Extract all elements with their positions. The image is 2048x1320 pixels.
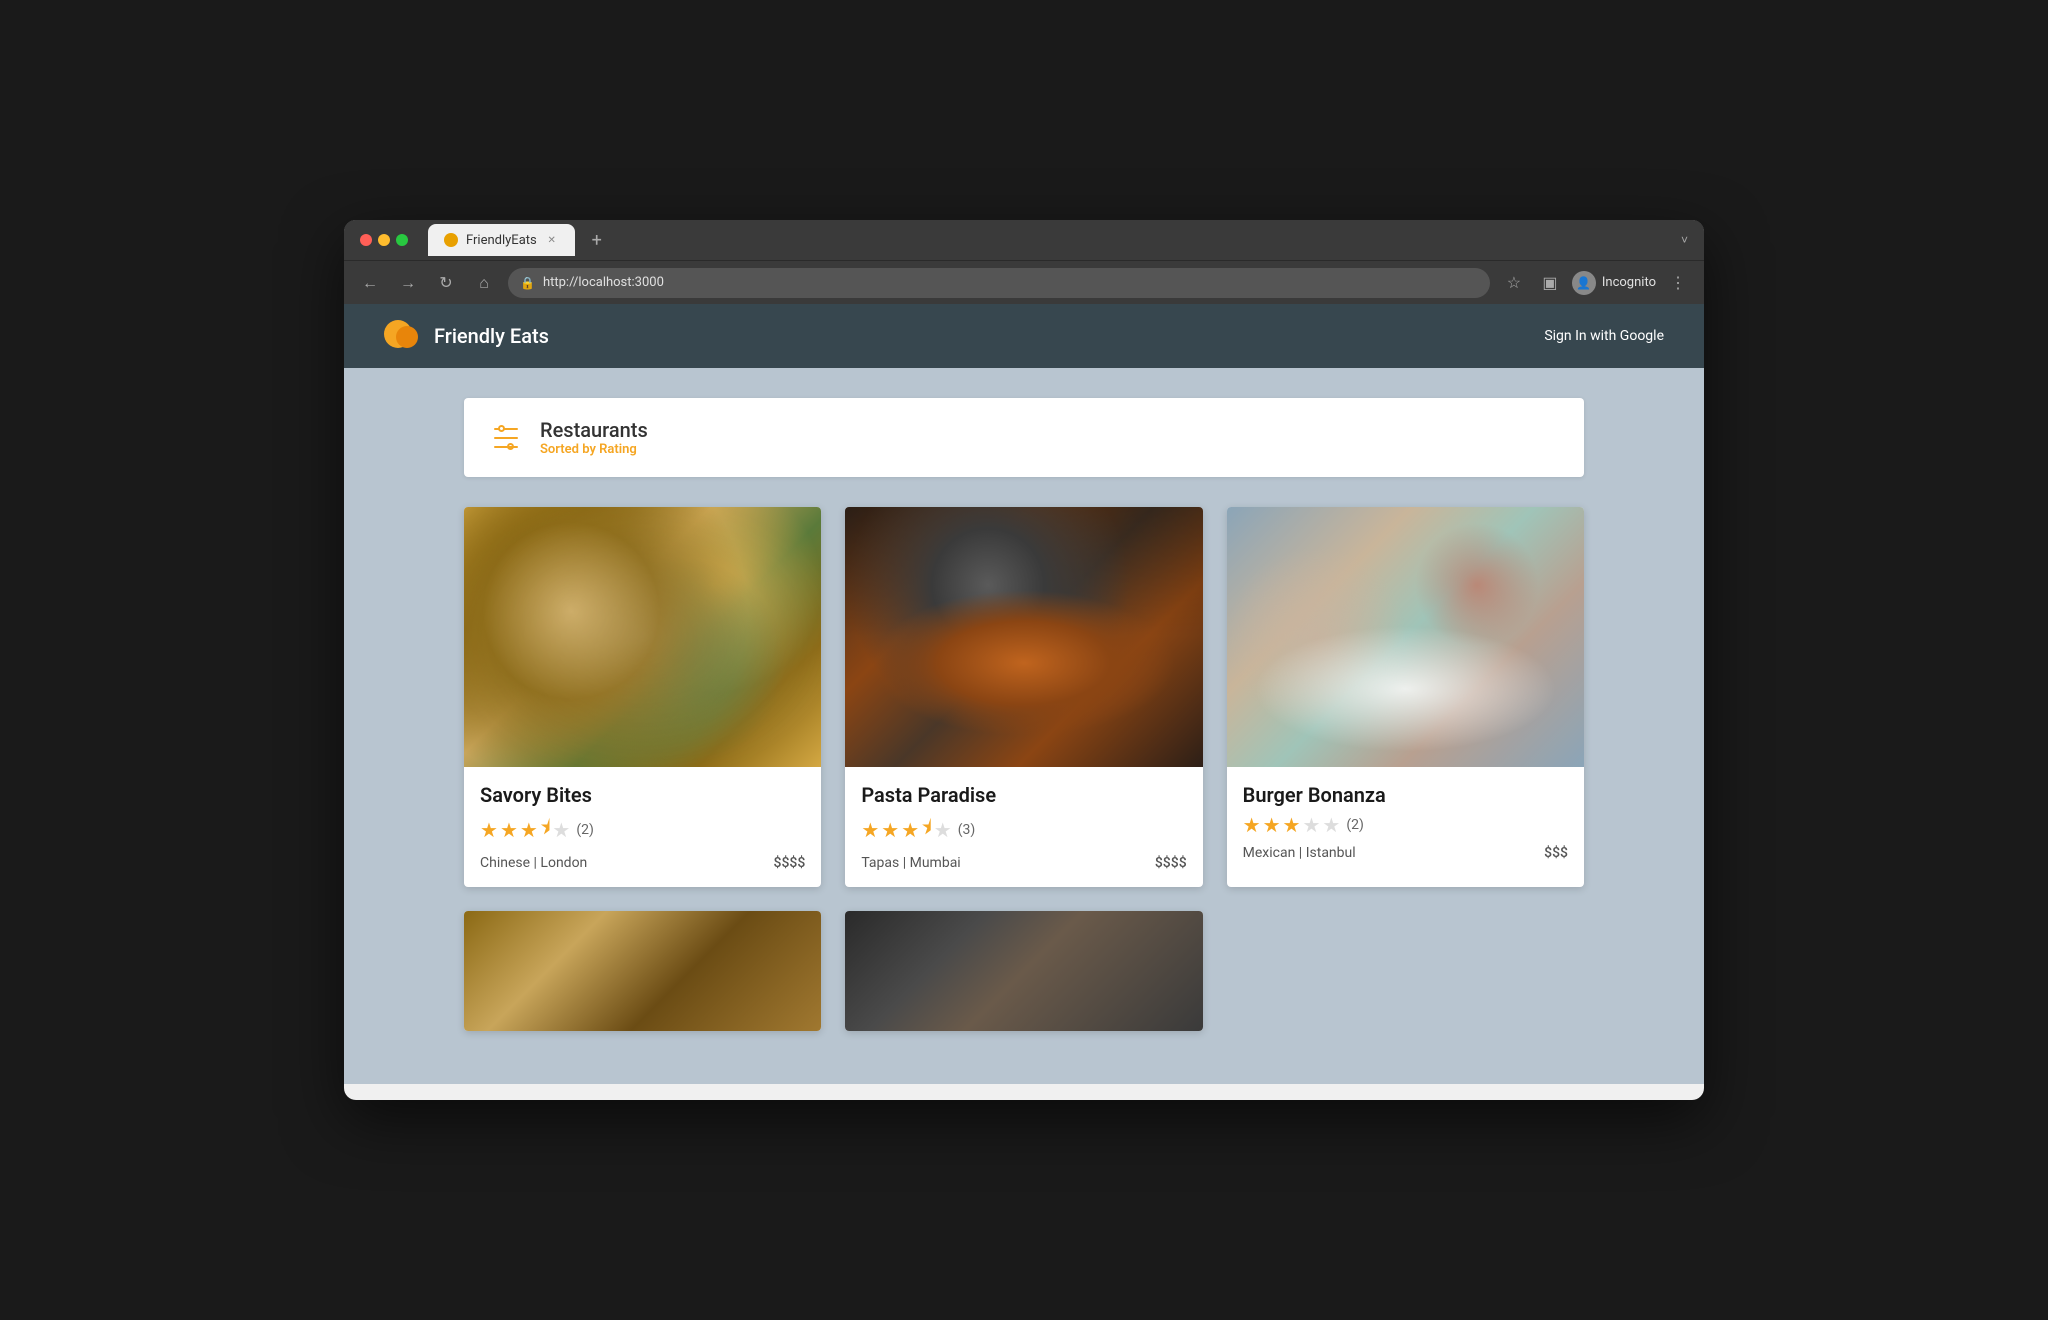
star-3: ★ [901, 818, 919, 842]
menu-button[interactable]: ⋮ [1664, 269, 1692, 297]
restaurant-meta-savory-bites: Chinese | London $$$$ [480, 855, 805, 871]
restaurant-stars-burger-bonanza: ★ ★ ★ ★ ★ (2) [1243, 813, 1568, 837]
incognito-badge: 👤 Incognito [1572, 271, 1656, 295]
restaurant-name-savory-bites: Savory Bites [480, 783, 805, 807]
restaurants-sort-label: Sorted by Rating [540, 442, 648, 457]
sign-in-button[interactable]: Sign In with Google [1544, 328, 1664, 344]
incognito-avatar: 👤 [1572, 271, 1596, 295]
tab-favicon [444, 233, 458, 247]
restaurant-name-burger-bonanza: Burger Bonanza [1243, 783, 1568, 807]
restaurant-card-fourth[interactable] [464, 911, 821, 1031]
bookmark-icon[interactable]: ☆ [1500, 269, 1528, 297]
main-content: Restaurants Sorted by Rating Savory Bite… [344, 368, 1704, 1084]
app-content: Friendly Eats Sign In with Google [344, 304, 1704, 1084]
back-button[interactable]: ← [356, 269, 384, 297]
tab-close-button[interactable]: ✕ [545, 233, 559, 247]
toolbar-actions: ☆ ▣ 👤 Incognito ⋮ [1500, 269, 1692, 297]
forward-button[interactable]: → [394, 269, 422, 297]
review-count-burger-bonanza: (2) [1346, 817, 1364, 833]
restaurant-meta-burger-bonanza: Mexican | Istanbul $$$ [1243, 845, 1568, 861]
filter-line-2 [494, 437, 518, 440]
review-count-savory-bites: (2) [576, 822, 594, 838]
new-tab-button[interactable]: + [583, 226, 611, 254]
restaurant-stars-savory-bites: ★ ★ ★ ⯨ ★ (2) [480, 813, 805, 847]
restaurant-price-savory-bites: $$$$ [774, 855, 806, 871]
incognito-label: Incognito [1602, 275, 1656, 290]
maximize-button[interactable] [396, 234, 408, 246]
star-empty-4: ★ [1302, 813, 1320, 837]
restaurants-title-block: Restaurants Sorted by Rating [540, 418, 648, 457]
browser-chrome: FriendlyEats ✕ + ˅ ← → ↻ ⌂ 🔒 http://loca… [344, 220, 1704, 304]
star-empty-5: ★ [934, 818, 952, 842]
star-2: ★ [1263, 813, 1281, 837]
app-header: Friendly Eats Sign In with Google [344, 304, 1704, 368]
star-2: ★ [881, 818, 899, 842]
star-2: ★ [500, 818, 518, 842]
restaurant-image-savory-bites [464, 507, 821, 767]
star-empty-5: ★ [552, 818, 570, 842]
restaurant-info-burger-bonanza: Burger Bonanza ★ ★ ★ ★ ★ (2) Mexican | I… [1227, 767, 1584, 877]
restaurants-header: Restaurants Sorted by Rating [464, 398, 1584, 477]
restaurant-price-burger-bonanza: $$$ [1544, 845, 1568, 861]
lock-icon: 🔒 [520, 276, 535, 290]
address-bar[interactable]: 🔒 http://localhost:3000 [508, 268, 1490, 298]
refresh-button[interactable]: ↻ [432, 269, 460, 297]
restaurant-image-burger-bonanza [1227, 507, 1584, 767]
star-3: ★ [1283, 813, 1301, 837]
restaurant-card-pasta-paradise[interactable]: Pasta Paradise ★ ★ ★ ⯨ ★ (3) Tapas | Mum… [845, 507, 1202, 887]
minimize-button[interactable] [378, 234, 390, 246]
browser-titlebar: FriendlyEats ✕ + ˅ [344, 220, 1704, 260]
restaurant-info-pasta-paradise: Pasta Paradise ★ ★ ★ ⯨ ★ (3) Tapas | Mum… [845, 767, 1202, 887]
star-half-4: ⯨ [921, 813, 932, 847]
restaurant-image-fifth [845, 911, 1202, 1031]
restaurant-cuisine-pasta-paradise: Tapas | Mumbai [861, 855, 960, 871]
url-display: http://localhost:3000 [543, 275, 664, 290]
home-button[interactable]: ⌂ [470, 269, 498, 297]
tab-title: FriendlyEats [466, 233, 537, 248]
browser-toolbar: ← → ↻ ⌂ 🔒 http://localhost:3000 ☆ ▣ 👤 In… [344, 260, 1704, 304]
restaurant-card-burger-bonanza[interactable]: Burger Bonanza ★ ★ ★ ★ ★ (2) Mexican | I… [1227, 507, 1584, 887]
active-tab[interactable]: FriendlyEats ✕ [428, 224, 575, 256]
logo-circle-2 [396, 326, 418, 348]
filter-icon-wrapper [488, 420, 524, 456]
star-empty-5: ★ [1322, 813, 1340, 837]
restaurant-cuisine-savory-bites: Chinese | London [480, 855, 587, 871]
star-3: ★ [520, 818, 538, 842]
close-button[interactable] [360, 234, 372, 246]
restaurant-info-savory-bites: Savory Bites ★ ★ ★ ⯨ ★ (2) Chinese | Lon… [464, 767, 821, 887]
app-logo: Friendly Eats [384, 316, 549, 356]
restaurant-image-pasta-paradise [845, 507, 1202, 767]
browser-window: FriendlyEats ✕ + ˅ ← → ↻ ⌂ 🔒 http://loca… [344, 220, 1704, 1100]
restaurants-heading: Restaurants [540, 418, 648, 442]
star-half-4: ⯨ [540, 813, 551, 847]
restaurant-card-savory-bites[interactable]: Savory Bites ★ ★ ★ ⯨ ★ (2) Chinese | Lon… [464, 507, 821, 887]
star-1: ★ [861, 818, 879, 842]
reader-mode-icon[interactable]: ▣ [1536, 269, 1564, 297]
restaurant-grid: Savory Bites ★ ★ ★ ⯨ ★ (2) Chinese | Lon… [464, 507, 1584, 1031]
traffic-lights [360, 234, 408, 246]
tab-bar: FriendlyEats ✕ + [428, 224, 1673, 256]
restaurant-cuisine-burger-bonanza: Mexican | Istanbul [1243, 845, 1356, 861]
filter-icon [494, 428, 518, 448]
restaurant-image-fourth [464, 911, 821, 1031]
app-title: Friendly Eats [434, 324, 549, 348]
restaurant-card-fifth[interactable] [845, 911, 1202, 1031]
star-1: ★ [1243, 813, 1261, 837]
restaurant-name-pasta-paradise: Pasta Paradise [861, 783, 1186, 807]
restaurant-meta-pasta-paradise: Tapas | Mumbai $$$$ [861, 855, 1186, 871]
restaurant-stars-pasta-paradise: ★ ★ ★ ⯨ ★ (3) [861, 813, 1186, 847]
filter-line-3 [494, 446, 518, 449]
tab-expand-icon[interactable]: ˅ [1681, 233, 1688, 247]
star-1: ★ [480, 818, 498, 842]
filter-line-1 [494, 428, 518, 431]
restaurant-price-pasta-paradise: $$$$ [1155, 855, 1187, 871]
filter-dot-1 [498, 425, 505, 432]
review-count-pasta-paradise: (3) [958, 822, 976, 838]
logo-icon [384, 316, 424, 356]
